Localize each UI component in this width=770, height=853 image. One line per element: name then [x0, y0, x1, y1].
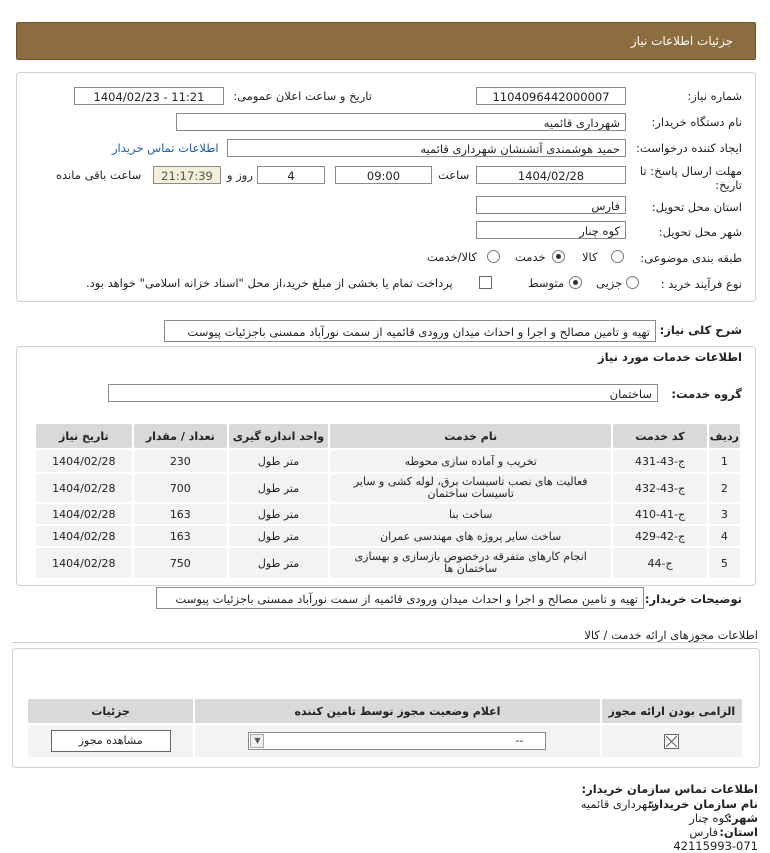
remaining-time-label: ساعت باقی مانده — [56, 168, 142, 182]
category-radio-goods-service[interactable] — [487, 250, 500, 263]
process-type-label: نوع فرآیند خرید : — [660, 277, 742, 291]
process-option-medium: متوسط — [528, 276, 565, 290]
licenses-table: الزامی بودن ارائه مجوز اعلام وضعیت مجوز … — [26, 697, 744, 759]
contact-province-value: فارس — [689, 825, 718, 839]
col-service-code: کد خدمت — [613, 424, 707, 448]
summary-label: شرح کلی نیاز: — [659, 323, 742, 337]
table-row: 5 ج-44 انجام کارهای متفرقه درخصوص بازساز… — [36, 548, 740, 578]
deadline-date-field: 1404/02/28 — [476, 166, 626, 184]
chevron-down-icon: ▼ — [250, 734, 265, 748]
buyer-name-field: شهرداری قائمیه — [176, 113, 626, 131]
license-status-select[interactable]: -- ▼ — [248, 732, 547, 750]
service-group-field: ساختمان — [108, 384, 658, 402]
col-unit: واحد اندازه گیری — [228, 424, 329, 448]
contact-city-value: کوه چنار — [689, 811, 730, 825]
announce-date-label: تاریخ و ساعت اعلان عمومی: — [233, 89, 372, 103]
license-status-value: -- — [515, 734, 524, 747]
announce-date-field: 1404/02/23 - 11:21 — [74, 87, 224, 105]
licenses-divider — [12, 642, 758, 643]
contact-org-value: شهرداری قائمیه — [580, 797, 657, 811]
need-info-panel — [16, 72, 756, 302]
category-label: طبقه بندی موضوعی: — [640, 251, 742, 265]
category-option-goods-service: کالا/خدمت — [427, 250, 478, 264]
col-license-required: الزامی بودن ارائه مجوز — [601, 699, 742, 723]
process-radio-minor[interactable] — [626, 276, 639, 289]
treasury-payment-checkbox[interactable] — [479, 276, 492, 289]
city-field: کوه چنار — [476, 221, 626, 239]
licenses-section-title: اطلاعات مجوزهای ارائه خدمت / کالا — [584, 628, 758, 642]
process-option-minor: جزیی — [596, 276, 623, 290]
service-group-label: گروه خدمت: — [671, 387, 742, 401]
page-title: جزئیات اطلاعات نیاز — [630, 34, 733, 48]
col-service-name: نام خدمت — [330, 424, 612, 448]
process-radio-medium[interactable] — [569, 276, 582, 289]
table-row: 3 ج-41-410 ساخت بنا متر طول 163 1404/02/… — [36, 504, 740, 524]
services-table-body: 1 ج-43-431 تخریب و آماده سازی محوطه متر … — [36, 450, 740, 578]
province-label: استان محل تحویل: — [651, 200, 742, 214]
table-row: 2 ج-43-432 فعالیت های نصب تاسیسات برق، ل… — [36, 474, 740, 502]
category-radio-service[interactable] — [552, 250, 565, 263]
contact-title: اطلاعات تماس سازمان خریدار: — [581, 782, 758, 796]
col-quantity: تعداد / مقدار — [133, 424, 227, 448]
deadline-date-label: تاریخ: — [715, 178, 742, 192]
days-field: 4 — [257, 166, 325, 184]
days-label: روز و — [227, 168, 253, 182]
city-label: شهر محل تحویل: — [658, 225, 742, 239]
remaining-time-field: 21:17:39 — [153, 166, 221, 184]
category-option-service: خدمت — [515, 250, 546, 264]
creator-label: ایجاد کننده درخواست: — [636, 141, 742, 155]
contact-city-label: شهر: — [727, 811, 758, 825]
need-number-label: شماره نیاز: — [687, 89, 742, 103]
need-number-field: 1104096442000007 — [476, 87, 626, 105]
buyer-notes-label: توضیحات خریدار: — [644, 592, 742, 606]
page-header: جزئیات اطلاعات نیاز — [16, 22, 756, 60]
deadline-label: مهلت ارسال پاسخ: تا — [639, 164, 742, 178]
col-row: ردیف — [708, 424, 740, 448]
view-license-button[interactable]: مشاهده مجوز — [50, 730, 171, 752]
buyer-name-label: نام دستگاه خریدار: — [651, 115, 742, 129]
table-row: -- ▼ مشاهده مجوز — [28, 725, 742, 757]
treasury-payment-note: پرداخت تمام یا بخشی از مبلغ خرید،از محل … — [86, 276, 453, 290]
col-license-details: جزئیات — [28, 699, 194, 723]
buyer-contact-link[interactable]: اطلاعات تماس خریدار — [112, 141, 219, 155]
services-section-title: اطلاعات خدمات مورد نیاز — [598, 350, 742, 364]
table-row: 4 ج-42-429 ساخت سایر پروژه های مهندسی عم… — [36, 526, 740, 546]
contact-org-label: نام سازمان خریدار: — [647, 797, 758, 811]
license-required-checkbox[interactable] — [664, 733, 680, 749]
category-option-goods: کالا — [582, 250, 598, 264]
province-field: فارس — [476, 196, 626, 214]
contact-province-label: استان: — [719, 825, 758, 839]
col-license-status: اعلام وضعیت مجوز توسط تامین کننده — [195, 699, 600, 723]
creator-field: حمید هوشمندی آتشنشان شهرداری قائمیه — [227, 139, 626, 157]
category-radio-goods[interactable] — [611, 250, 624, 263]
summary-field: تهیه و تامین مصالح و اجرا و احداث میدان … — [164, 320, 656, 342]
col-need-date: تاریخ نیاز — [36, 424, 132, 448]
contact-postal-partial: 42115993-071 — [673, 839, 758, 853]
deadline-time-label: ساعت — [438, 168, 470, 182]
services-table: ردیف کد خدمت نام خدمت واحد اندازه گیری ت… — [34, 422, 742, 580]
buyer-notes-field: تهیه و تامین مصالح و اجرا و احداث میدان … — [156, 587, 644, 609]
table-row: 1 ج-43-431 تخریب و آماده سازی محوطه متر … — [36, 450, 740, 472]
deadline-time-field: 09:00 — [335, 166, 432, 184]
